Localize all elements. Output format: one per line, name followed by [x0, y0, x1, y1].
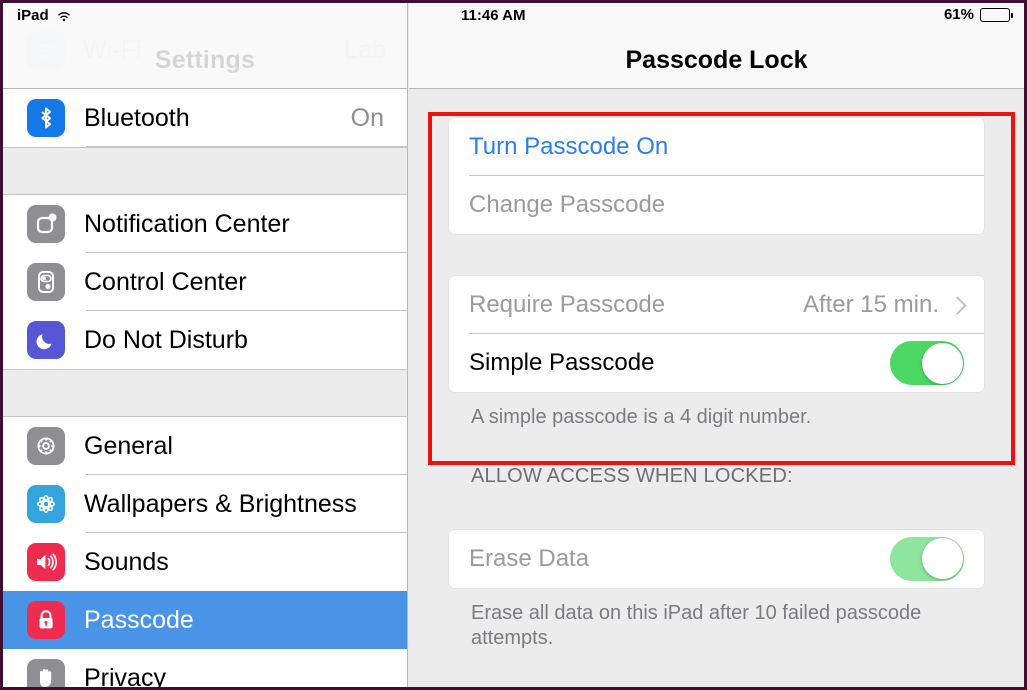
- sidebar-item-label: Privacy: [84, 663, 166, 688]
- require-passcode-value: After 15 min.: [802, 291, 939, 318]
- notification-center-icon: [27, 205, 65, 243]
- moon-icon: [27, 321, 65, 359]
- notification-center-glyph-icon: [36, 213, 57, 234]
- erase-data-row[interactable]: Erase Data: [449, 530, 984, 588]
- erase-data-footnote: Erase all data on this iPad after 10 fai…: [471, 601, 922, 650]
- ipad-settings-screen: Wi-Fi Lab Settings iPad: [0, 0, 1027, 690]
- hand-glyph-icon: [40, 669, 52, 687]
- sidebar-item-control-center[interactable]: Control Center: [3, 253, 407, 311]
- device-label: iPad: [17, 7, 49, 24]
- simple-passcode-row[interactable]: Simple Passcode: [449, 334, 984, 392]
- sidebar-item-label: Notification Center: [84, 209, 290, 238]
- toggle-knob: [921, 538, 963, 580]
- sidebar-item-privacy[interactable]: Privacy: [3, 649, 407, 688]
- speaker-icon: [27, 543, 65, 581]
- sidebar-item-label: Sounds: [84, 547, 169, 576]
- sidebar-list: Bluetooth On Notification Center Control…: [3, 89, 407, 688]
- bluetooth-glyph-icon: [41, 107, 51, 129]
- status-bar-right: 61%: [943, 6, 1013, 23]
- sidebar-item-label: Passcode: [84, 605, 194, 634]
- erase-data-label: Erase Data: [469, 544, 590, 572]
- change-passcode-label: Change Passcode: [469, 191, 666, 218]
- erase-data-toggle-group: [890, 536, 964, 581]
- bluetooth-icon: [27, 99, 65, 137]
- detail-body: Turn Passcode On Change Passcode Require…: [409, 90, 1024, 687]
- simple-passcode-toggle-group: [890, 341, 964, 385]
- allow-access-header: ALLOW ACCESS WHEN LOCKED:: [471, 464, 793, 487]
- turn-passcode-on-row[interactable]: Turn Passcode On: [449, 118, 984, 176]
- sidebar-item-label: Do Not Disturb: [84, 325, 248, 354]
- sidebar-item-label: Wallpapers & Brightness: [84, 489, 357, 518]
- simple-passcode-footnote: A simple passcode is a 4 digit number.: [471, 406, 812, 428]
- battery-icon: [980, 7, 1013, 22]
- battery-percent-label: 61%: [943, 6, 974, 23]
- sidebar-item-value: On: [350, 103, 384, 132]
- sidebar-item-label: Control Center: [84, 267, 247, 296]
- status-bar-time: 11:46 AM: [461, 7, 526, 24]
- page-title: Passcode Lock: [625, 46, 808, 74]
- sidebar-item-label: Bluetooth: [84, 103, 190, 132]
- sidebar-item-passcode[interactable]: Passcode: [3, 591, 407, 649]
- gear-icon: [27, 427, 65, 465]
- sidebar-group-gap: [3, 369, 407, 417]
- sidebar-item-general[interactable]: General: [3, 417, 407, 475]
- sidebar-item-do-not-disturb[interactable]: Do Not Disturb: [3, 311, 407, 369]
- control-center-glyph-icon: [38, 271, 54, 293]
- moon-glyph-icon: [36, 334, 52, 350]
- control-center-icon: [27, 263, 65, 301]
- hand-icon: [27, 659, 65, 687]
- sidebar-item-wallpapers-brightness[interactable]: Wallpapers & Brightness: [3, 475, 407, 533]
- row-separator: [86, 146, 407, 147]
- turn-passcode-on-label: Turn Passcode On: [469, 133, 669, 160]
- require-passcode-label: Require Passcode: [469, 291, 666, 318]
- passcode-options-card: Require Passcode After 15 min. Simple Pa…: [449, 276, 984, 392]
- sidebar-item-sounds[interactable]: Sounds: [3, 533, 407, 591]
- passcode-lock-pane: 11:46 AM 61% Passcode Lock Turn Passcode…: [409, 3, 1024, 687]
- status-bar-left: iPad: [17, 7, 72, 24]
- erase-data-toggle[interactable]: [890, 536, 964, 581]
- gear-glyph-icon: [37, 437, 55, 455]
- simple-passcode-label: Simple Passcode: [469, 349, 655, 376]
- lock-glyph-icon: [39, 610, 53, 629]
- sidebar-item-bluetooth[interactable]: Bluetooth On: [3, 89, 407, 147]
- simple-passcode-toggle[interactable]: [890, 341, 964, 385]
- change-passcode-row[interactable]: Change Passcode: [449, 176, 984, 234]
- flower-glyph-icon: [37, 495, 55, 513]
- require-passcode-value-group: After 15 min.: [802, 291, 967, 319]
- sidebar-item-notification-center[interactable]: Notification Center: [3, 195, 407, 253]
- passcode-actions-card: Turn Passcode On Change Passcode: [449, 118, 984, 234]
- erase-data-card: Erase Data: [449, 529, 984, 588]
- sidebar-item-label: General: [84, 431, 173, 460]
- settings-sidebar: Wi-Fi Lab Settings iPad: [3, 3, 408, 687]
- lock-icon: [27, 601, 65, 639]
- speaker-glyph-icon: [37, 553, 57, 571]
- require-passcode-row[interactable]: Require Passcode After 15 min.: [449, 276, 984, 334]
- chevron-right-icon: [948, 295, 967, 315]
- wifi-icon: [57, 11, 70, 21]
- wallpaper-icon: [27, 485, 65, 523]
- sidebar-group-gap: [3, 147, 407, 195]
- toggle-knob: [921, 342, 963, 384]
